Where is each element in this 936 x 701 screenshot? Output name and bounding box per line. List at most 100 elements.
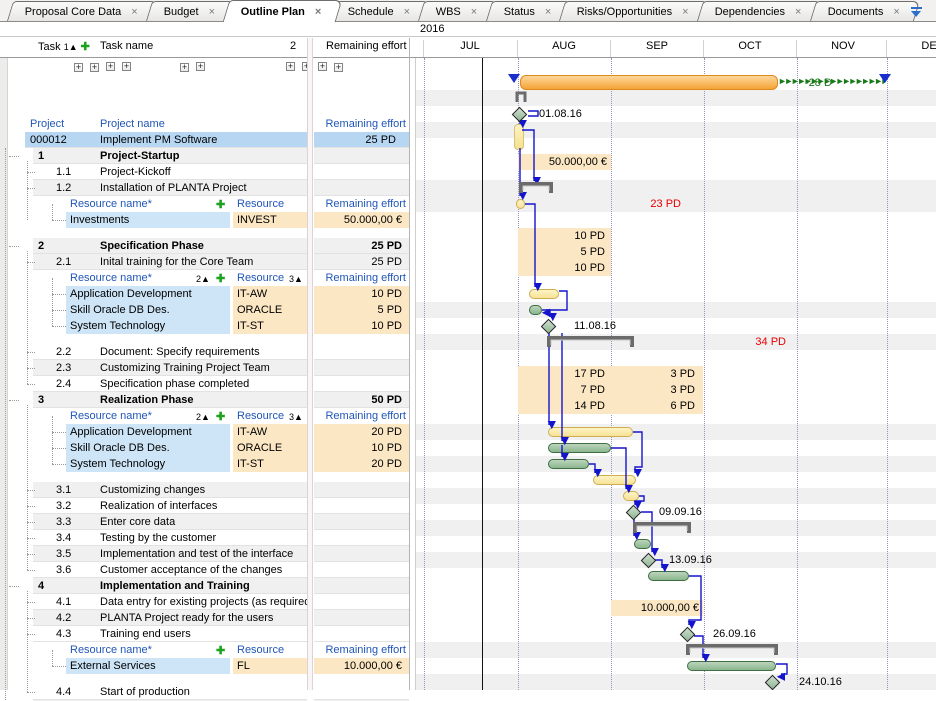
milestone-diamond[interactable] [641, 553, 657, 569]
tab-close-icon[interactable]: × [545, 6, 551, 18]
tab-risks-opportunities[interactable]: Risks/Opportunities× [559, 1, 709, 21]
add-resource-icon: ✚ [216, 272, 225, 285]
tree-branch [27, 384, 35, 385]
gantt-task-bar[interactable] [687, 661, 776, 671]
tab-proposal-core-data[interactable]: Proposal Core Data× [7, 1, 158, 21]
cell-background [314, 578, 409, 594]
buffer-days-label: -28 D [805, 77, 832, 89]
resource-effort-band: 17 PD3 PD [518, 366, 703, 382]
tree-branch [27, 490, 35, 491]
tab-budget[interactable]: Budget× [146, 1, 235, 21]
cell-background [314, 562, 409, 578]
tab-close-icon[interactable]: × [404, 6, 410, 18]
table-row[interactable]: 3Realization Phase50 PD [0, 392, 410, 408]
tree-line [52, 278, 53, 326]
tab-close-icon[interactable]: × [131, 6, 137, 18]
table-row[interactable]: 3.6Customer acceptance of the changes [0, 562, 410, 578]
table-row[interactable]: 1.1Project-Kickoff [0, 164, 410, 180]
table-row[interactable]: 1.2Installation of PLANTA Project [0, 180, 410, 196]
gantt-row-stripe [416, 122, 936, 138]
tree-branch [9, 156, 19, 157]
gantt-task-bar[interactable] [648, 571, 689, 581]
header-project-name: Project name [100, 118, 165, 130]
table-row[interactable]: 000012Implement PM Software25 PD [0, 132, 410, 148]
tab-dependencies[interactable]: Dependencies× [697, 1, 822, 21]
expand-toggle[interactable]: + [74, 63, 83, 72]
tree-line [27, 405, 28, 570]
resource-name: System Technology [70, 458, 165, 470]
milestone-diamond[interactable] [512, 107, 528, 123]
table-row[interactable]: 3.5Implementation and test of the interf… [0, 546, 410, 562]
gantt-task-bar[interactable] [548, 427, 633, 437]
table-row[interactable]: 2.4Specification phase completed [0, 376, 410, 392]
gantt-task-bar[interactable] [529, 289, 559, 299]
table-row[interactable]: 3.2Realization of interfaces [0, 498, 410, 514]
expand-toggle[interactable]: + [180, 63, 189, 72]
cell-background [314, 482, 409, 498]
expand-toggle[interactable]: + [106, 62, 115, 71]
phase-id: 3 [38, 394, 44, 406]
tab-close-icon[interactable]: × [795, 6, 801, 18]
expand-toggle[interactable]: + [122, 62, 131, 71]
expand-toggle[interactable]: + [90, 63, 99, 72]
pane-splitter[interactable] [409, 38, 410, 690]
tab-label: WBS× [436, 6, 478, 18]
planta-project-window: Proposal Core Data×Budget×Outline Plan×S… [0, 0, 936, 701]
today-line [482, 58, 483, 690]
gantt-task-bar[interactable] [634, 539, 651, 549]
expand-toggle[interactable]: + [334, 63, 343, 72]
table-row[interactable]: 4Implementation and Training [0, 578, 410, 594]
col-task-name-label[interactable]: Task name [100, 40, 153, 52]
gantt-task-bar[interactable] [548, 443, 611, 453]
tree-line [27, 591, 28, 692]
table-row[interactable]: 1Project-Startup [0, 148, 410, 164]
resource-effort-header: Remaining effort [314, 272, 406, 284]
col-remaining-effort-label[interactable]: Remaining effort [326, 40, 407, 52]
table-row[interactable]: 4.4Start of production [0, 684, 410, 700]
tab-schedule[interactable]: Schedule× [330, 1, 430, 21]
task-id: 3.1 [56, 484, 71, 496]
milestone-date: 01.08.16 [539, 108, 582, 120]
table-row[interactable]: 4.1Data entry for existing projects (as … [0, 594, 410, 610]
tab-close-icon[interactable]: × [683, 6, 689, 18]
gantt-task-bar[interactable] [623, 491, 639, 501]
cell-background [314, 360, 409, 376]
table-row[interactable]: 4.3Training end users [0, 626, 410, 642]
resource-effort: 20 PD [314, 458, 402, 470]
gantt-task-bar[interactable] [516, 199, 525, 209]
col-task-label[interactable]: Task 1▲ ✚ [38, 40, 90, 53]
milestone-diamond[interactable] [626, 505, 642, 521]
gantt-row-stripe [416, 424, 936, 440]
task-id: 2.1 [56, 256, 71, 268]
table-row[interactable]: 3.4Testing by the customer [0, 530, 410, 546]
tab-close-icon[interactable]: × [471, 6, 477, 18]
table-row[interactable]: 3.3Enter core data [0, 514, 410, 530]
milestone-diamond[interactable] [680, 627, 696, 643]
expand-toggle[interactable]: + [286, 62, 295, 71]
expand-toggle[interactable]: + [318, 62, 327, 71]
tab-close-icon[interactable]: × [315, 6, 321, 18]
tab-outline-plan[interactable]: Outline Plan× [223, 0, 342, 22]
resource-effort-header: Remaining effort [314, 644, 406, 656]
gantt-project-bar[interactable] [520, 75, 778, 90]
table-row[interactable]: 2.2Document: Specify requirements [0, 344, 410, 360]
gantt-task-bar[interactable] [548, 459, 589, 469]
milestone-diamond[interactable] [541, 319, 557, 335]
resource-name: System Technology [70, 320, 165, 332]
table-row[interactable]: 3.1Customizing changes [0, 482, 410, 498]
tab-overflow-chevron-icon[interactable] [911, 7, 922, 16]
table-row[interactable]: 2.3Customizing Training Project Team [0, 360, 410, 376]
table-row[interactable]: 2.1Inital training for the Core Team25 P… [0, 254, 410, 270]
column-splitter[interactable] [307, 38, 313, 690]
table-row[interactable]: 2Specification Phase25 PD [0, 238, 410, 254]
expand-toggle[interactable]: + [196, 62, 205, 71]
tab-close-icon[interactable]: × [209, 6, 215, 18]
tree-branch [52, 310, 66, 311]
gantt-short-task-bar[interactable] [514, 124, 524, 150]
gantt-task-bar[interactable] [593, 475, 636, 485]
milestone-diamond[interactable] [765, 675, 781, 690]
tab-documents[interactable]: Documents× [810, 1, 920, 21]
tab-close-icon[interactable]: × [894, 6, 900, 18]
gantt-task-bar[interactable] [529, 305, 542, 315]
table-row[interactable]: 4.2PLANTA Project ready for the users [0, 610, 410, 626]
